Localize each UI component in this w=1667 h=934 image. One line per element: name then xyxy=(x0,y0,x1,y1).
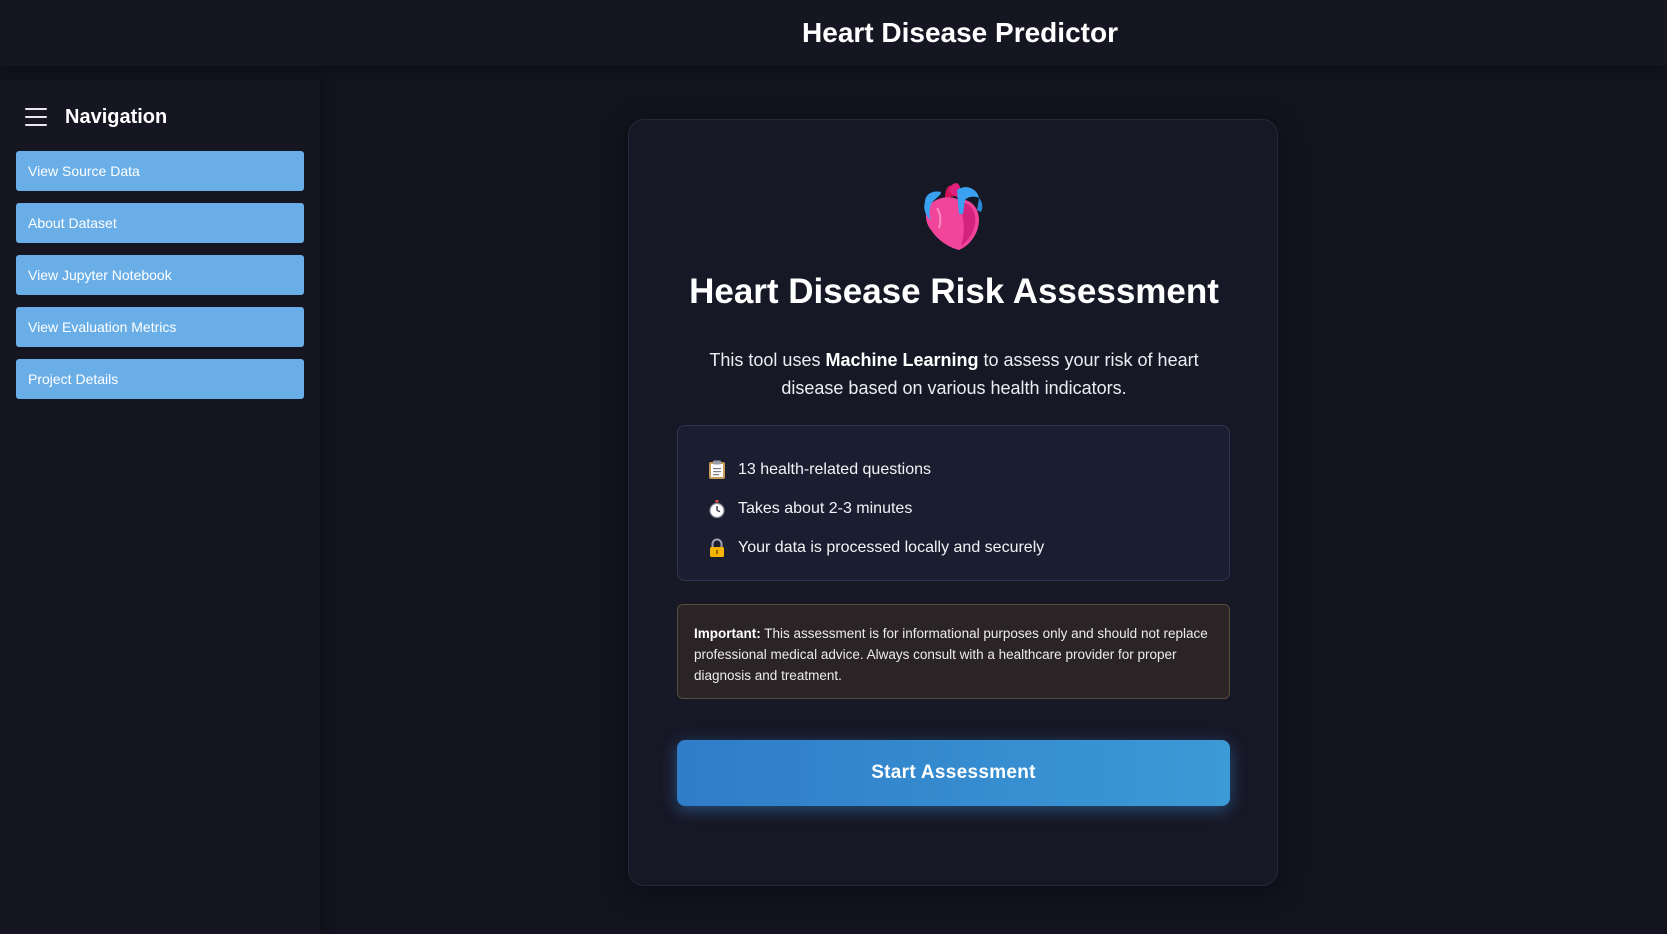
info-item: 13 health-related questions xyxy=(706,450,1201,489)
about-dataset-button[interactable]: About Dataset xyxy=(16,203,304,243)
start-assessment-button[interactable]: Start Assessment xyxy=(677,740,1230,806)
info-box: 13 health-related questions Takes about … xyxy=(677,425,1230,581)
intro-text: This tool uses Machine Learning to asses… xyxy=(709,350,1199,398)
disclaimer-box: Important: This assessment is for inform… xyxy=(677,604,1230,699)
nav-list: View Source Data About Dataset View Jupy… xyxy=(16,151,304,411)
disclaimer-text: This assessment is for informational pur… xyxy=(694,626,1208,683)
app-title: Heart Disease Predictor xyxy=(802,17,1118,48)
nav-title: Navigation xyxy=(65,105,168,128)
clipboard-icon xyxy=(706,459,728,481)
top-bar: Heart Disease Predictor xyxy=(0,0,1667,66)
view-jupyter-notebook-button[interactable]: View Jupyter Notebook xyxy=(16,255,304,295)
hamburger-menu-icon[interactable] xyxy=(25,108,47,126)
project-details-button[interactable]: Project Details xyxy=(16,359,304,399)
card-title: Heart Disease Risk Assessment xyxy=(689,272,1219,311)
stopwatch-icon xyxy=(706,498,728,520)
info-item: Your data is processed locally and secur… xyxy=(706,528,1201,567)
nav-header: Navigation xyxy=(25,102,167,132)
view-evaluation-metrics-button[interactable]: View Evaluation Metrics xyxy=(16,307,304,347)
disclaimer-label: Important: xyxy=(694,626,761,641)
intro-highlight: Machine Learning xyxy=(825,350,979,370)
assessment-card: Heart Disease Risk Assessment This tool … xyxy=(628,119,1278,886)
sidebar: Navigation View Source Data About Datase… xyxy=(0,80,320,934)
anatomical-heart-icon xyxy=(924,183,983,250)
view-source-data-button[interactable]: View Source Data xyxy=(16,151,304,191)
info-item: Takes about 2-3 minutes xyxy=(706,489,1201,528)
lock-icon xyxy=(706,537,728,559)
